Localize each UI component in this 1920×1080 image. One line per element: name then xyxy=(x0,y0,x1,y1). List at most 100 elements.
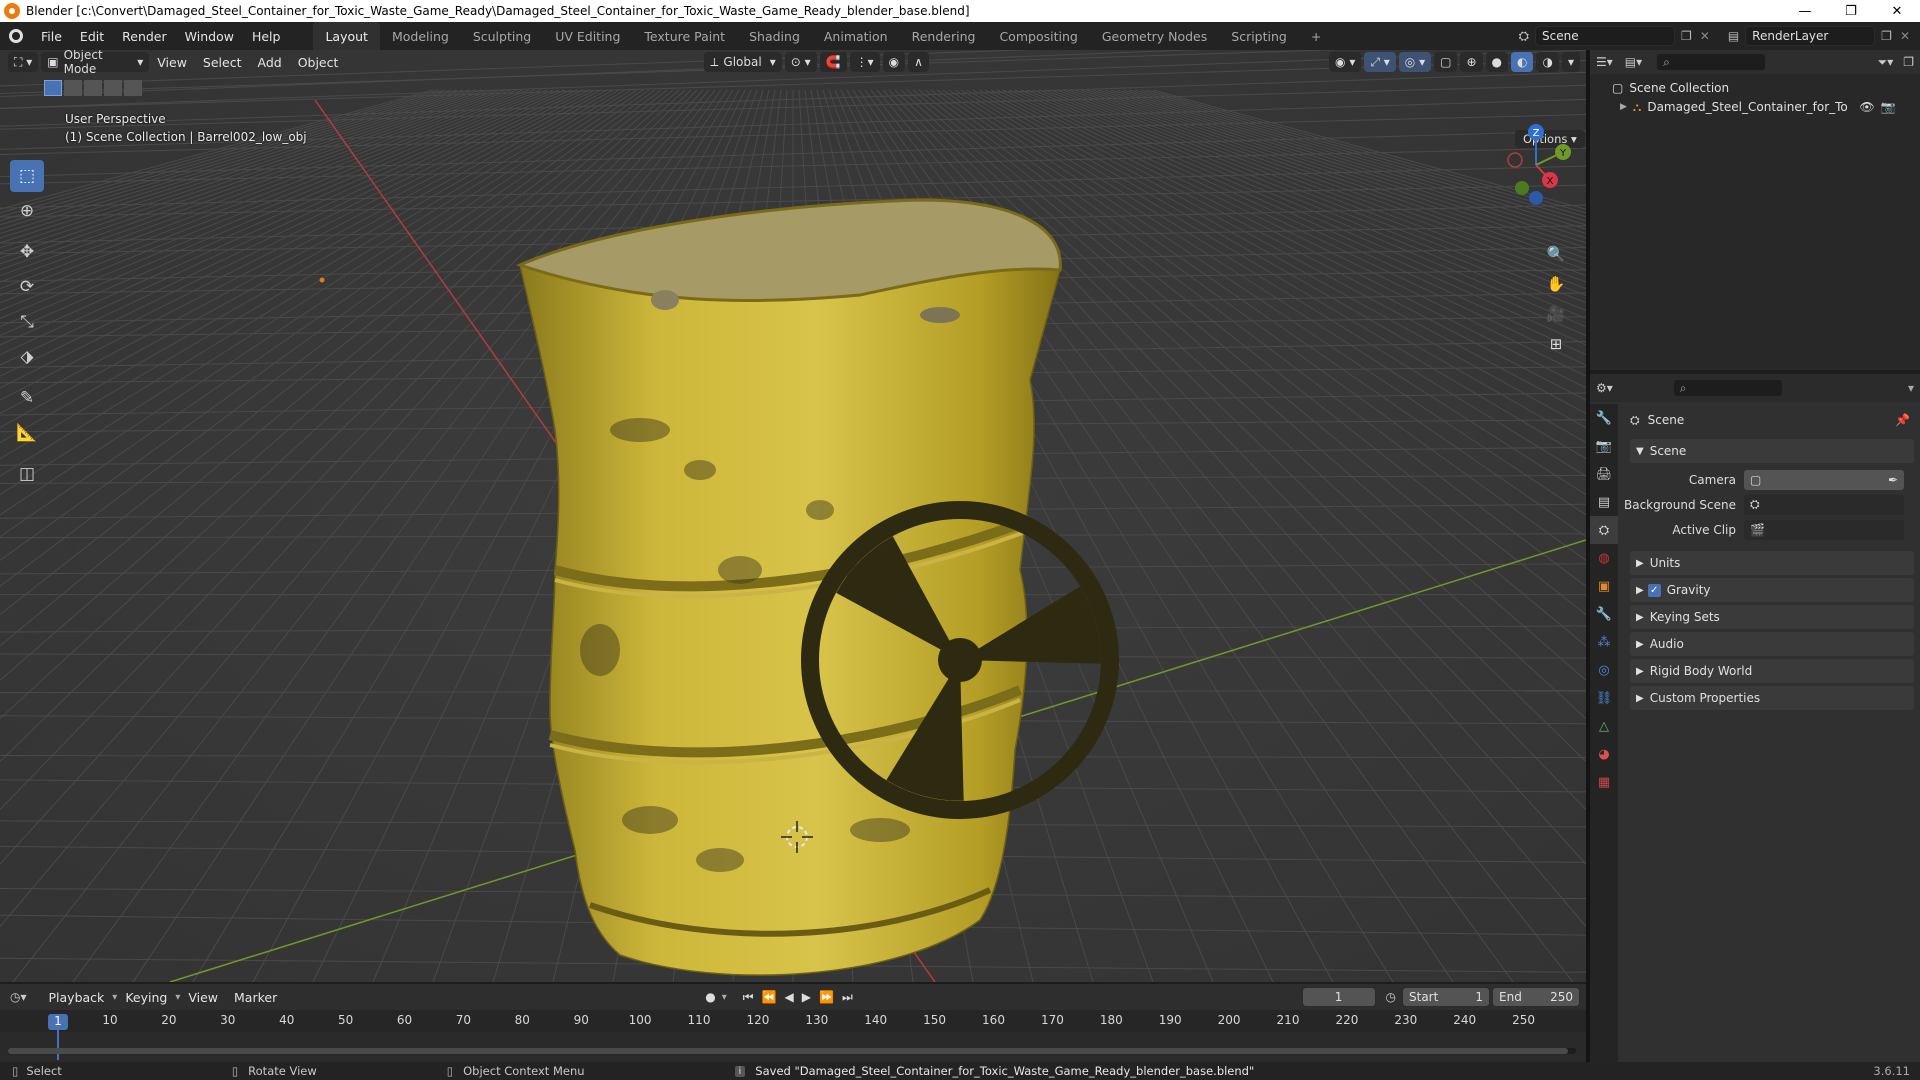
select-box-new-icon[interactable] xyxy=(44,80,62,96)
start-frame-field[interactable]: Start 1 xyxy=(1402,987,1490,1007)
tab-animation[interactable]: Animation xyxy=(812,22,900,50)
viewport-menu-add[interactable]: Add xyxy=(249,55,289,70)
current-frame-field[interactable]: 1 xyxy=(1301,987,1376,1007)
properties-options-icon[interactable]: ▾ xyxy=(1908,381,1914,395)
measure-tool[interactable]: 📐 xyxy=(10,417,44,449)
transform-orientation-selector[interactable]: ⟂ Global ▾ xyxy=(704,52,782,72)
texture-tab-icon[interactable]: ▦ xyxy=(1590,768,1618,796)
panel-keying-sets-header[interactable]: ▶ Keying Sets xyxy=(1630,605,1914,629)
editor-type-button[interactable]: ⛶ ▾ xyxy=(8,52,39,72)
snap-toggle[interactable]: 🧲 xyxy=(819,52,847,72)
mode-selector[interactable]: ▣ Object Mode ▾ xyxy=(41,50,150,76)
viewport-menu-object[interactable]: Object xyxy=(290,55,347,70)
panel-units-header[interactable]: ▶ Units xyxy=(1630,551,1914,575)
panel-rigid-body-world-header[interactable]: ▶ Rigid Body World xyxy=(1630,659,1914,683)
menu-edit[interactable]: Edit xyxy=(71,22,113,50)
panel-gravity-header[interactable]: ▶ ✓ Gravity xyxy=(1630,578,1914,602)
keying-options-icon[interactable]: ▾ xyxy=(722,992,727,1003)
camera-view-icon[interactable]: 🎥 xyxy=(1542,300,1570,328)
viewport-menu-view[interactable]: View xyxy=(149,55,195,70)
add-workspace-button[interactable]: + xyxy=(1299,22,1333,50)
timeline-menu-marker[interactable]: Marker xyxy=(226,990,285,1005)
material-preview-button[interactable]: ◐ xyxy=(1511,52,1534,72)
active-clip-field[interactable]: 🎬 xyxy=(1744,519,1904,540)
overlay-toggle[interactable]: ◎ ▾ xyxy=(1398,52,1432,72)
properties-search-input[interactable]: ⌕ xyxy=(1672,379,1783,397)
display-mode-icon[interactable]: ▤▾ xyxy=(1625,55,1642,69)
timeline-menu-view[interactable]: View xyxy=(180,990,226,1005)
menu-file[interactable]: File xyxy=(32,22,71,50)
tab-geometry-nodes[interactable]: Geometry Nodes xyxy=(1090,22,1219,50)
camera-render-icon[interactable]: 📷 xyxy=(1881,100,1896,114)
material-tab-icon[interactable]: ◕ xyxy=(1590,740,1618,768)
outliner-row-scene-collection[interactable]: ▢ Scene Collection xyxy=(1590,74,1920,96)
tab-shading[interactable]: Shading xyxy=(737,22,812,50)
outliner-search-input[interactable]: ⌕ xyxy=(1656,53,1767,71)
outliner-editor-type-icon[interactable]: ☰▾ xyxy=(1596,55,1613,69)
tab-rendering[interactable]: Rendering xyxy=(900,22,988,50)
select-box-intersect-icon[interactable] xyxy=(124,80,142,96)
perspective-toggle-icon[interactable]: ⊞ xyxy=(1542,330,1570,358)
tab-compositing[interactable]: Compositing xyxy=(987,22,1089,50)
play-reverse-icon[interactable]: ◀ xyxy=(785,990,794,1004)
visibility-selector[interactable]: ◉ ▾ xyxy=(1329,52,1362,72)
play-icon[interactable]: ▶ xyxy=(802,990,811,1004)
remove-scene-icon[interactable]: ✕ xyxy=(1700,29,1710,43)
frame-ruler[interactable]: 10 20 30 40 50 60 70 80 90 100 110 120 130 140 150 160 1… xyxy=(0,1010,1586,1032)
select-box-invert-icon[interactable] xyxy=(104,80,122,96)
tab-modeling[interactable]: Modeling xyxy=(380,22,461,50)
cursor-tool[interactable]: ⊕ xyxy=(10,195,44,227)
annotate-tool[interactable]: ✎ xyxy=(10,382,44,414)
view-layer-icon[interactable]: ▤ xyxy=(1728,29,1739,43)
filter-icon[interactable]: ⏷▾ xyxy=(1878,55,1894,70)
blender-menu-icon[interactable] xyxy=(0,22,32,50)
expand-arrow-icon[interactable]: ▶ xyxy=(1620,102,1627,112)
scene-tab-icon[interactable]: ⛭ xyxy=(1590,516,1618,544)
tab-uv-editing[interactable]: UV Editing xyxy=(543,22,632,50)
pivot-point-button[interactable]: ⊙ ▾ xyxy=(784,52,817,72)
scene-icon[interactable]: ⛭ xyxy=(1519,29,1529,44)
timeline-menu-playback[interactable]: Playback xyxy=(41,990,113,1005)
tab-scripting[interactable]: Scripting xyxy=(1219,22,1299,50)
select-box-extend-icon[interactable] xyxy=(64,80,82,96)
panel-custom-properties-header[interactable]: ▶ Custom Properties xyxy=(1630,686,1914,710)
panel-scene-header[interactable]: ▼ Scene xyxy=(1630,439,1914,463)
timeline-editor-type-icon[interactable]: ◷▾ xyxy=(10,990,27,1004)
wireframe-shading-button[interactable]: ⊕ xyxy=(1460,52,1483,72)
jump-keyframe-forward-icon[interactable]: ⏩ xyxy=(819,990,834,1004)
eyedropper-icon[interactable]: ✒ xyxy=(1888,473,1898,487)
eye-icon[interactable]: 👁 xyxy=(1859,100,1874,114)
tab-texture-paint[interactable]: Texture Paint xyxy=(632,22,737,50)
add-cube-tool[interactable]: ◫ xyxy=(10,458,44,490)
playhead[interactable]: 1 xyxy=(48,1014,68,1030)
particles-tab-icon[interactable]: ⁂ xyxy=(1590,628,1618,656)
move-tool[interactable]: ✥ xyxy=(10,236,44,268)
axis-gizmo[interactable]: Z Y X xyxy=(1490,110,1580,220)
new-scene-icon[interactable]: ❐ xyxy=(1681,29,1692,43)
end-frame-field[interactable]: End 250 xyxy=(1492,987,1580,1007)
solid-shading-button[interactable]: ● xyxy=(1485,52,1508,72)
new-view-layer-icon[interactable]: ❐ xyxy=(1881,29,1892,43)
shading-options-button[interactable]: ▾ xyxy=(1561,52,1580,72)
render-tab-icon[interactable]: 📷 xyxy=(1590,432,1618,460)
maximize-button[interactable]: ❐ xyxy=(1828,0,1874,22)
menu-render[interactable]: Render xyxy=(113,22,176,50)
timeline-scrollbar[interactable] xyxy=(8,1048,1576,1054)
jump-keyframe-back-icon[interactable]: ⏪ xyxy=(762,990,777,1004)
scale-tool[interactable]: ⤡ xyxy=(10,306,44,338)
viewport-menu-select[interactable]: Select xyxy=(195,55,250,70)
proportional-falloff-button[interactable]: ∧ xyxy=(908,52,929,72)
new-collection-icon[interactable]: ❐ xyxy=(1903,55,1914,69)
select-box-subtract-icon[interactable] xyxy=(84,80,102,96)
gizmo-toggle[interactable]: ⤢ ▾ xyxy=(1364,52,1396,72)
preview-range-icon[interactable]: ◷ xyxy=(1386,990,1396,1004)
close-button[interactable]: ✕ xyxy=(1874,0,1920,22)
world-tab-icon[interactable]: ◍ xyxy=(1590,544,1618,572)
view-layer-tab-icon[interactable]: ▤ xyxy=(1590,488,1618,516)
timeline-scrollbar-thumb[interactable] xyxy=(8,1048,1568,1054)
xray-toggle[interactable]: ▢ xyxy=(1434,52,1458,72)
rendered-shading-button[interactable]: ◑ xyxy=(1536,52,1559,72)
jump-end-icon[interactable]: ⏭ xyxy=(842,990,853,1005)
menu-window[interactable]: Window xyxy=(176,22,243,50)
timeline[interactable]: ◷▾ Playback ▾ Keying ▾ View Marker ● ▾ ⏮ ⏪… xyxy=(0,984,1586,1062)
